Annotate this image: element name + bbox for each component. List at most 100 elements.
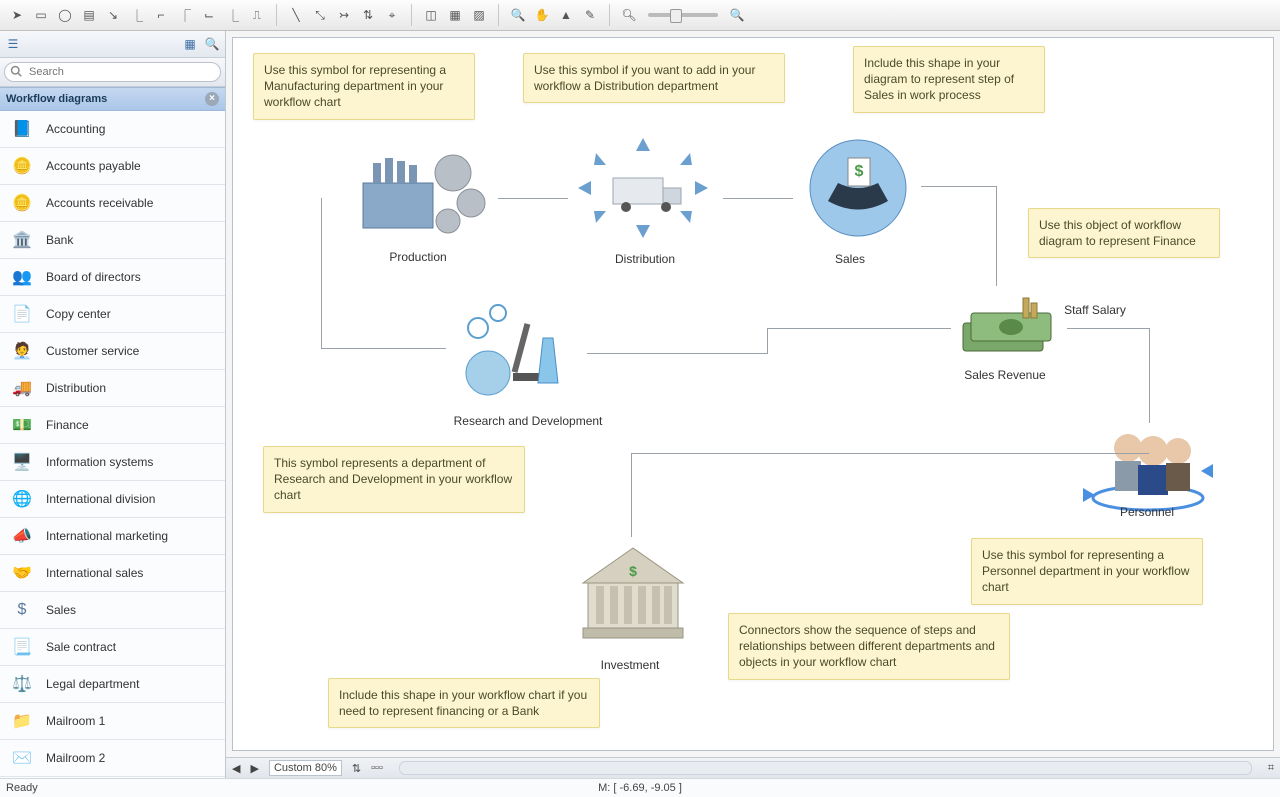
connector-arrow [321,198,322,348]
sidebar-item-mailroom-1[interactable]: 📁Mailroom 1 [0,703,225,740]
edit-tool-icon[interactable]: ✎ [579,4,601,26]
bank-node-icon[interactable]: $ [568,538,698,648]
zoom-in-icon[interactable]: 🔍 [726,4,748,26]
connector-tool-1-icon[interactable]: ↘ [102,4,124,26]
page-nav-prev-icon[interactable]: ◀ [232,762,240,775]
sidebar-item-label: Accounts payable [46,159,141,173]
text-tool-icon[interactable]: ▤ [78,4,100,26]
sidebar-item-label: Accounting [46,122,105,136]
production-node-icon[interactable] [343,133,493,243]
sidebar-item-finance[interactable]: 💵Finance [0,407,225,444]
sidebar-item-bank[interactable]: 🏛️ Bank [0,222,225,259]
sidebar-item-accounts-receivable[interactable]: 🪙Accounts receivable [0,185,225,222]
canvas-bottom-bar: ◀ ▶ Custom 80% ⇅ ▫▫▫ ⌗ [226,757,1280,778]
sidebar-item-legal-department[interactable]: ⚖️Legal department [0,666,225,703]
connector-tool-6-icon[interactable]: ⎿ [222,4,244,26]
rd-label: Research and Development [454,414,603,428]
connector-arrow [996,186,997,286]
sidebar-item-distribution[interactable]: 🚚Distribution [0,370,225,407]
zoom-out-icon[interactable]: 🔍︎ [618,4,640,26]
production-label: Production [389,250,446,264]
sidebar-item-icon: 📁 [6,708,38,734]
line-tool-1-icon[interactable]: ╲ [285,4,307,26]
zoom-slider[interactable] [648,13,718,17]
search-icon [10,65,22,77]
line-tool-3-icon[interactable]: ↣ [333,4,355,26]
sidebar-item-sale-contract[interactable]: 📃Sale contract [0,629,225,666]
connector-tool-2-icon[interactable]: ⎿ [126,4,148,26]
callout-production: Use this symbol for representing a Manuf… [253,53,475,120]
finance-node-icon[interactable] [953,288,1063,368]
sidebar-item-icon: ✉️ [6,745,38,771]
line-tool-2-icon[interactable]: ⤡ [309,4,331,26]
pointer-tool-icon[interactable]: ➤ [6,4,28,26]
sidebar-item-icon: 🪙 [6,153,38,179]
resize-grip-icon[interactable]: ⌗ [1268,762,1274,775]
search-input[interactable] [4,62,221,82]
sidebar-item-icon: 📄 [6,301,38,327]
sidebar-item-information-systems[interactable]: 🖥️Information systems [0,444,225,481]
connector-tool-7-icon[interactable]: ⎍ [246,4,268,26]
sidebar-item-international-division[interactable]: 🌐International division [0,481,225,518]
sidebar-item-board-of-directors[interactable]: 👥Board of directors [0,259,225,296]
hand-tool-icon[interactable]: ✋ [531,4,553,26]
sidebar-item-label: Sales [46,603,76,617]
stamp-tool-icon[interactable]: ▲ [555,4,577,26]
canvas-area: Use this symbol for representing a Manuf… [226,31,1280,778]
personnel-node-icon[interactable] [1073,423,1223,513]
svg-text:$: $ [629,563,637,579]
connector-tool-5-icon[interactable]: ⌙ [198,4,220,26]
horizontal-scrollbar[interactable] [399,761,1252,775]
sidebar-item-mailroom-2[interactable]: ✉️Mailroom 2 [0,740,225,777]
rd-node-icon[interactable] [448,298,568,408]
sidebar-item-label: Customer service [46,344,139,358]
zoom-stepper-icon[interactable]: ⇅ [352,762,361,775]
group-tool-3-icon[interactable]: ▨ [468,4,490,26]
connector-arrow [1149,328,1150,423]
sidebar-item-international-marketing[interactable]: 📣International marketing [0,518,225,555]
ellipse-tool-icon[interactable]: ◯ [54,4,76,26]
sidebar-item-customer-service[interactable]: 🧑‍💼Customer service [0,333,225,370]
close-icon[interactable]: × [205,92,219,106]
distribution-node-icon[interactable] [568,133,718,243]
tree-view-icon[interactable]: ☰ [4,35,22,53]
sidebar-item-label: Bank [46,233,73,247]
search-toggle-icon[interactable]: 🔍 [203,35,221,53]
sidebar-section-header[interactable]: Workflow diagrams × [0,87,225,111]
page-nav-next-icon[interactable]: ▶ [250,762,258,775]
sidebar-item-copy-center[interactable]: 📄Copy center [0,296,225,333]
staff-salary-label: Staff Salary [1064,303,1126,317]
sidebar-item-accounting[interactable]: 📘Accounting [0,111,225,148]
connector-tool-4-icon[interactable]: ⎾ [174,4,196,26]
main-toolbar: ➤ ▭ ◯ ▤ ↘ ⎿ ⌐ ⎾ ⌙ ⎿ ⎍ ╲ ⤡ ↣ ⇅ ⌖ ◫ ▦ ▨ 🔍 … [0,0,1280,31]
sidebar-item-sales[interactable]: $Sales [0,592,225,629]
callout-connectors: Connectors show the sequence of steps an… [728,613,1010,680]
connector-arrow [921,186,996,187]
sales-node-icon[interactable]: $ [798,133,918,243]
sidebar-toolbar: ☰ ▦ 🔍 [0,31,225,58]
line-tool-5-icon[interactable]: ⌖ [381,4,403,26]
sidebar-item-icon: 🏛️ [6,227,38,253]
sidebar-item-accounts-payable[interactable]: 🪙 Accounts payable [0,148,225,185]
app-window: ➤ ▭ ◯ ▤ ↘ ⎿ ⌐ ⎾ ⌙ ⎿ ⎍ ╲ ⤡ ↣ ⇅ ⌖ ◫ ▦ ▨ 🔍 … [0,0,1280,797]
pages-icon[interactable]: ▫▫▫ [371,762,383,774]
status-coords: M: [ -6.69, -9.05 ] [598,782,682,794]
zoom-tool-icon[interactable]: 🔍 [507,4,529,26]
grid-view-icon[interactable]: ▦ [181,35,199,53]
line-tool-4-icon[interactable]: ⇅ [357,4,379,26]
sidebar-item-international-sales[interactable]: 🤝International sales [0,555,225,592]
group-tool-2-icon[interactable]: ▦ [444,4,466,26]
connector-arrow [321,348,446,349]
sidebar-list[interactable]: 📘Accounting 🪙 Accounts payable 🪙Accounts re… [0,111,225,778]
sidebar-item-icon: 🚚 [6,375,38,401]
sidebar-item-label: Sale contract [46,640,116,654]
zoom-select[interactable]: Custom 80% [269,760,342,776]
sidebar-item-icon: 🌐 [6,486,38,512]
sidebar-item-label: International sales [46,566,143,580]
sidebar-item-icon: 👥 [6,264,38,290]
rect-tool-icon[interactable]: ▭ [30,4,52,26]
connector-tool-3-icon[interactable]: ⌐ [150,4,172,26]
sidebar-header-label: Workflow diagrams [6,93,107,105]
group-tool-1-icon[interactable]: ◫ [420,4,442,26]
diagram-canvas[interactable]: Use this symbol for representing a Manuf… [232,37,1274,751]
